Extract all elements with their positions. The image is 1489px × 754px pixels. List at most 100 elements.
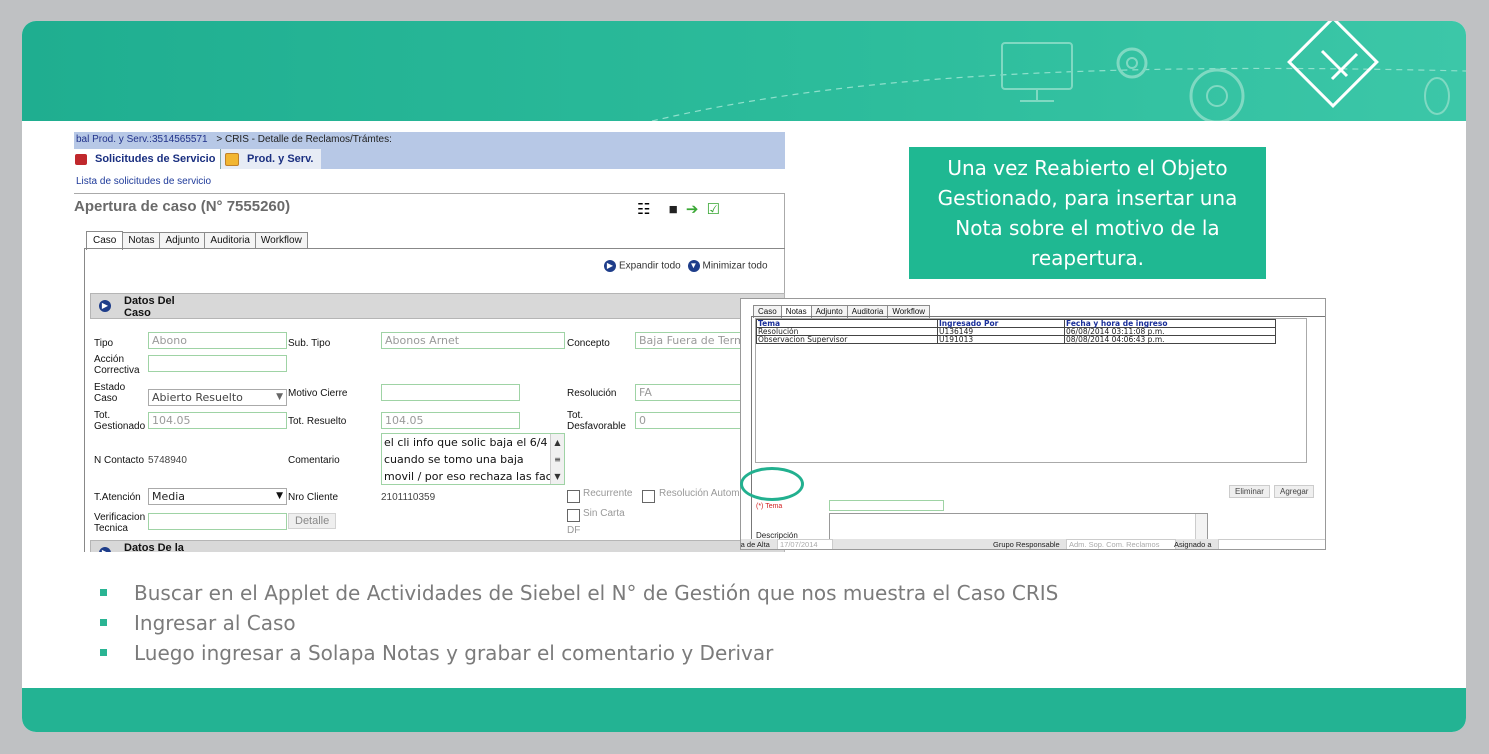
siebel-notes-screenshot: Caso Notas Adjunto Auditoria Workflow Tema I… [740, 298, 1326, 550]
tab-label: Solicitudes de Servicio [95, 153, 216, 165]
field-label: Motivo Cierre [288, 388, 348, 399]
field-label: T.Atención [94, 492, 141, 503]
header-band [22, 21, 1466, 121]
field-label: Concepto [567, 338, 610, 349]
section-datos-factura[interactable]: ▶ Datos De la Factura [90, 540, 785, 552]
sin-carta-checkbox[interactable] [567, 509, 580, 522]
comentario-line: cuando se tomo una baja [384, 453, 524, 466]
collapse-all-link[interactable]: Minimizar todo [703, 261, 768, 272]
comentario-line: el cli info que solic baja el 6/4 [384, 436, 548, 449]
breadcrumb-current: > CRIS - Detalle de Reclamos/Trámtes: [216, 134, 392, 145]
field-label: Tipo [94, 338, 114, 349]
checklist-icon[interactable]: ☑ [707, 200, 720, 218]
callout-line: Nota sobre el motivo de la [955, 216, 1220, 240]
tab-adjunto[interactable]: Adjunto [159, 232, 206, 249]
ncontacto-value: 5748940 [148, 455, 187, 466]
field-label: ia de Alta [740, 540, 770, 549]
verificacion-field[interactable] [148, 513, 287, 530]
field-label: Tot. Desfavorable [567, 410, 626, 432]
toolbox-icon [75, 153, 87, 165]
expand-controls: ▶ Expandir todo ▼ Minimizar todo [604, 260, 768, 272]
recurrente-checkbox[interactable] [567, 490, 580, 503]
motivo-field[interactable] [381, 384, 520, 401]
fecha-alta-field[interactable]: 17/07/2014 [777, 539, 833, 549]
form-title: Apertura de caso (N° 7555260) [74, 198, 291, 215]
field-label: Estado Caso [94, 382, 126, 404]
tatencion-select[interactable]: Media ▼ [148, 488, 287, 505]
eliminar-button[interactable]: Eliminar [1229, 485, 1270, 498]
field-label: Grupo Responsable [993, 540, 1060, 549]
asignado-field[interactable] [1218, 539, 1325, 549]
estado-select[interactable]: Abierto Resuelto ▼ [148, 389, 287, 406]
callout-box: Una vez Reabierto el Objeto Gestionado, … [909, 147, 1266, 279]
tot-gestionado-field[interactable]: 104.05 [148, 412, 287, 429]
tab-notas[interactable]: Notas [122, 232, 161, 249]
folder-icon [225, 152, 239, 166]
section-title: Datos De la Factura [124, 542, 184, 552]
callout-line: Una vez Reabierto el Objeto [947, 156, 1228, 180]
tab-auditoria[interactable]: Auditoria [204, 232, 256, 249]
chevron-right-icon[interactable]: ▶ [99, 300, 111, 312]
decorative-illustration-icon [651, 21, 1466, 121]
chevron-down-icon: ▼ [276, 392, 283, 402]
form-tabs: Caso Notas Adjunto Auditoria Workflow [86, 231, 308, 250]
notes-table: Tema Ingresado Por Fecha y hora de ingre… [756, 319, 1276, 344]
tema-label: (*) Tema [756, 503, 783, 510]
field-label: Resolución [567, 388, 617, 399]
list-item: Luego ingresar a Solapa Notas y grabar e… [100, 638, 1058, 668]
section-title: Datos Del Caso [124, 295, 175, 319]
list-item: Buscar en el Applet de Actividades de Si… [100, 578, 1058, 608]
table-cell: Observacion Supervisor [756, 335, 938, 344]
tipo-field[interactable]: Abono [148, 332, 287, 349]
save-icon[interactable]: ■ [669, 201, 678, 218]
comentario-textarea[interactable]: el cli info que solic baja el 6/4 cuando… [381, 433, 565, 485]
scrollbar[interactable]: ▲ ≡ ▼ [550, 434, 564, 484]
detalle-button[interactable]: Detalle [288, 513, 337, 529]
table-cell: U191013 [937, 335, 1065, 344]
table-row[interactable]: Observacion Supervisor U191013 08/08/201… [756, 335, 1276, 344]
field-label: DF [567, 525, 581, 536]
field-label: Asignado a [1174, 540, 1212, 549]
field-label: Sin Carta [583, 508, 625, 519]
field-label: Verificacion Tecnica [94, 512, 146, 534]
notes-footer: ia de Alta 17/07/2014 Grupo Responsable … [740, 539, 1325, 549]
collapse-icon[interactable]: ▼ [687, 260, 700, 272]
list-item: Ingresar al Caso [100, 608, 1058, 638]
tab-workflow[interactable]: Workflow [254, 232, 308, 249]
callout-line: reapertura. [1031, 246, 1144, 270]
tab-prod-serv[interactable]: Prod. y Serv. [220, 149, 321, 169]
section-datos-caso[interactable]: ▶ Datos Del Caso [90, 293, 785, 319]
field-label: Comentario [288, 455, 340, 466]
expand-all-link[interactable]: Expandir todo [619, 261, 681, 272]
callout-line: Gestionado, para insertar una [937, 186, 1238, 210]
footer-band [22, 688, 1466, 732]
breadcrumb-parent[interactable]: bal Prod. y Serv.:3514565571 [76, 134, 208, 145]
field-label: Acción Correctiva [94, 354, 140, 376]
binoculars-icon[interactable]: ☷ [637, 200, 650, 218]
grupo-responsable-field[interactable]: Adm. Sop. Com. Reclamos [1066, 539, 1176, 549]
resolucion-automatica-checkbox[interactable] [642, 490, 655, 503]
field-label: Recurrente [583, 488, 633, 499]
table-cell: 08/08/2014 04:06:43 p.m. [1064, 335, 1276, 344]
list-link[interactable]: Lista de solicitudes de servicio [76, 176, 211, 187]
highlight-circle [740, 467, 804, 501]
estado-value: Abierto Resuelto [152, 391, 243, 404]
agregar-button[interactable]: Agregar [1274, 485, 1315, 498]
chevron-down-icon: ▼ [276, 491, 283, 501]
nrocliente-value: 2101110359 [381, 492, 436, 503]
field-label: Nro Cliente [288, 492, 339, 503]
tot-resuelto-field[interactable]: 104.05 [381, 412, 520, 429]
chevron-right-icon[interactable]: ▶ [99, 547, 111, 552]
siebel-case-screenshot: bal Prod. y Serv.:3514565571 > CRIS - De… [74, 132, 785, 552]
field-label: Tot. Gestionado [94, 410, 146, 432]
arrow-right-icon[interactable]: ➔ [686, 200, 699, 218]
instruction-list: Buscar en el Applet de Actividades de Si… [100, 578, 1058, 668]
tab-solicitudes[interactable]: Solicitudes de Servicio [74, 149, 220, 169]
accion-field[interactable] [148, 355, 287, 372]
breadcrumb[interactable]: bal Prod. y Serv.:3514565571 > CRIS - De… [74, 132, 785, 148]
subtipo-field[interactable]: Abonos Arnet [381, 332, 565, 349]
slide: bal Prod. y Serv.:3514565571 > CRIS - De… [22, 21, 1466, 732]
expand-icon[interactable]: ▶ [604, 260, 616, 272]
tab-label: Prod. y Serv. [247, 153, 314, 165]
tema-field[interactable] [829, 500, 944, 511]
